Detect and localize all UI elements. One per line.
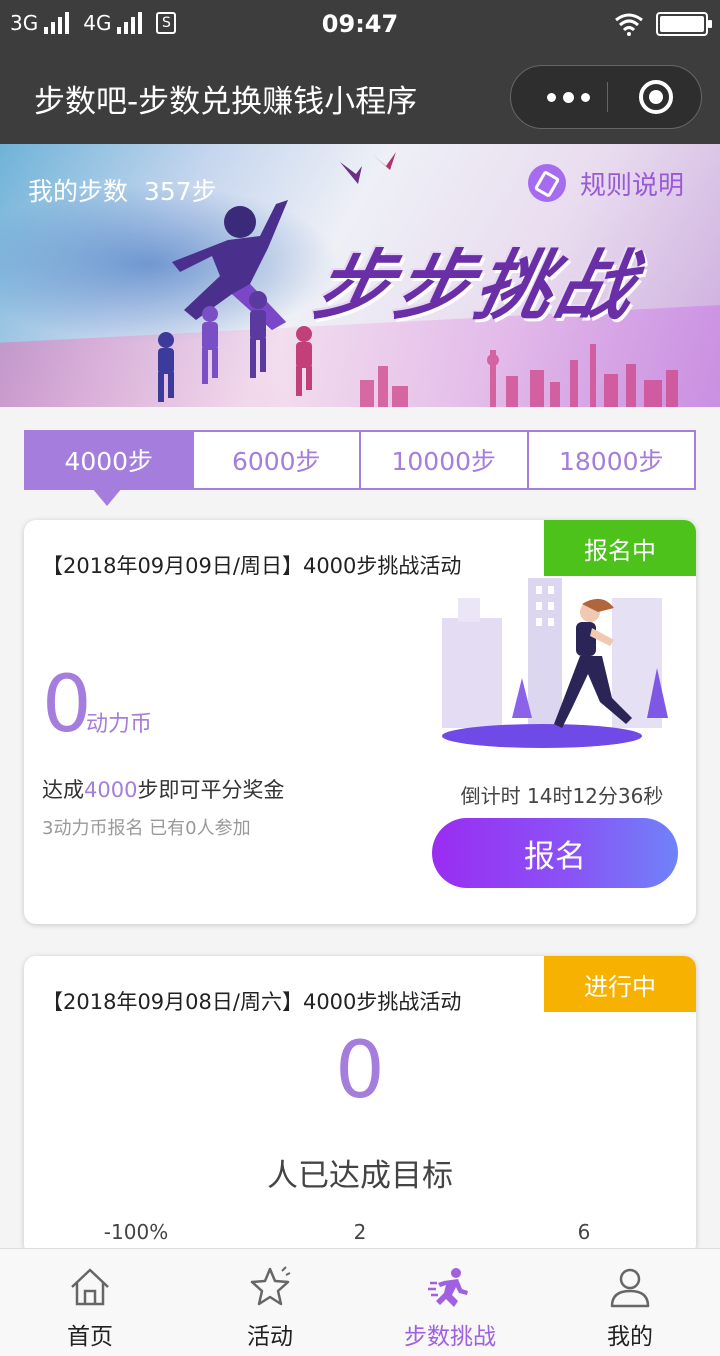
tab-18000[interactable]: 18000步 bbox=[526, 432, 695, 488]
tabbar-label: 活动 bbox=[247, 1324, 293, 1350]
my-steps-label: 我的步数 bbox=[28, 177, 129, 206]
star-icon bbox=[250, 1266, 291, 1306]
rules-icon bbox=[528, 164, 566, 202]
challenge-card-ongoing: 进行中 【2018年09月08日/周六】4000步挑战活动 0 人已达成目标 -… bbox=[24, 956, 696, 1256]
more-icon[interactable] bbox=[531, 66, 605, 128]
tab-4000[interactable]: 4000步 bbox=[26, 432, 192, 488]
reward-description: 达成4000步即可平分奖金 bbox=[42, 774, 284, 804]
my-steps-value: 357步 bbox=[143, 177, 217, 206]
tab-6000[interactable]: 6000步 bbox=[191, 432, 360, 488]
bottom-tab-bar: 首页 活动 步数挑战 我的 bbox=[0, 1248, 720, 1356]
my-steps: 我的步数 357步 bbox=[28, 172, 217, 208]
status-time: 09:47 bbox=[321, 10, 399, 38]
desc-steps: 4000 bbox=[84, 778, 138, 802]
tabbar-item-mine[interactable]: 我的 bbox=[540, 1249, 720, 1356]
desc-suffix: 步即可平分奖金 bbox=[137, 778, 285, 802]
stat-value: 6 bbox=[577, 1220, 591, 1244]
active-tab-indicator bbox=[92, 488, 122, 506]
desc-prefix: 达成 bbox=[42, 778, 84, 802]
stat-value: 2 bbox=[353, 1220, 367, 1244]
runner-woman-illustration bbox=[442, 578, 668, 748]
capsule-divider bbox=[607, 82, 608, 112]
mini-program-capsule bbox=[510, 65, 702, 129]
tabbar-label: 我的 bbox=[607, 1324, 653, 1350]
tabbar-item-step-challenge[interactable]: 步数挑战 bbox=[360, 1249, 540, 1356]
step-tabs: 4000步 6000步 10000步 18000步 bbox=[24, 430, 696, 490]
close-target-icon[interactable] bbox=[639, 80, 673, 114]
tab-10000[interactable]: 10000步 bbox=[359, 432, 527, 488]
banner-headline: 步步挑战 bbox=[307, 241, 647, 330]
battery-icon bbox=[656, 12, 712, 36]
user-icon bbox=[610, 1268, 650, 1308]
page-title: 步数吧-步数兑换赚钱小程序 bbox=[34, 84, 418, 120]
tabbar-item-home[interactable]: 首页 bbox=[0, 1249, 180, 1356]
status-badge: 进行中 bbox=[544, 956, 696, 1012]
challenge-banner: 我的步数 357步 规则说明 步步挑战 bbox=[0, 144, 720, 407]
signup-button[interactable]: 报名 bbox=[432, 818, 678, 888]
reached-count: 0 bbox=[335, 1026, 385, 1116]
city-skyline bbox=[360, 344, 678, 407]
signup-info: 3动力币报名 已有0人参加 bbox=[42, 818, 251, 839]
stat-value: -100% bbox=[103, 1220, 169, 1244]
wifi-icon bbox=[615, 13, 643, 36]
stats-row: -100% 2 6 bbox=[24, 1220, 696, 1244]
reached-label: 人已达成目标 bbox=[267, 1158, 453, 1194]
countdown: 倒计时 14时12分36秒 bbox=[460, 784, 664, 808]
tabbar-label: 步数挑战 bbox=[404, 1324, 496, 1350]
runner-icon bbox=[428, 1268, 468, 1307]
nav-bar: 步数吧-步数兑换赚钱小程序 bbox=[0, 50, 720, 144]
tabbar-label: 首页 bbox=[67, 1324, 113, 1350]
status-right bbox=[614, 12, 712, 36]
card-title: 【2018年09月09日/周日】4000步挑战活动 bbox=[42, 554, 462, 578]
coins-unit: 动力币 bbox=[86, 712, 153, 737]
status-bar: 3G 4G S 09:47 bbox=[0, 0, 720, 50]
coins-value: 0 bbox=[42, 660, 92, 750]
home-icon bbox=[71, 1268, 109, 1306]
rules-link[interactable]: 规则说明 bbox=[528, 164, 684, 202]
tabbar-item-activity[interactable]: 活动 bbox=[180, 1249, 360, 1356]
rules-label: 规则说明 bbox=[580, 170, 685, 201]
challenge-card-signup: 报名中 【2018年09月09日/周日】4000步挑战活动 0 动力币 达成40… bbox=[24, 520, 696, 924]
status-badge: 报名中 bbox=[544, 520, 696, 576]
card-title: 【2018年09月08日/周六】4000步挑战活动 bbox=[42, 990, 462, 1014]
